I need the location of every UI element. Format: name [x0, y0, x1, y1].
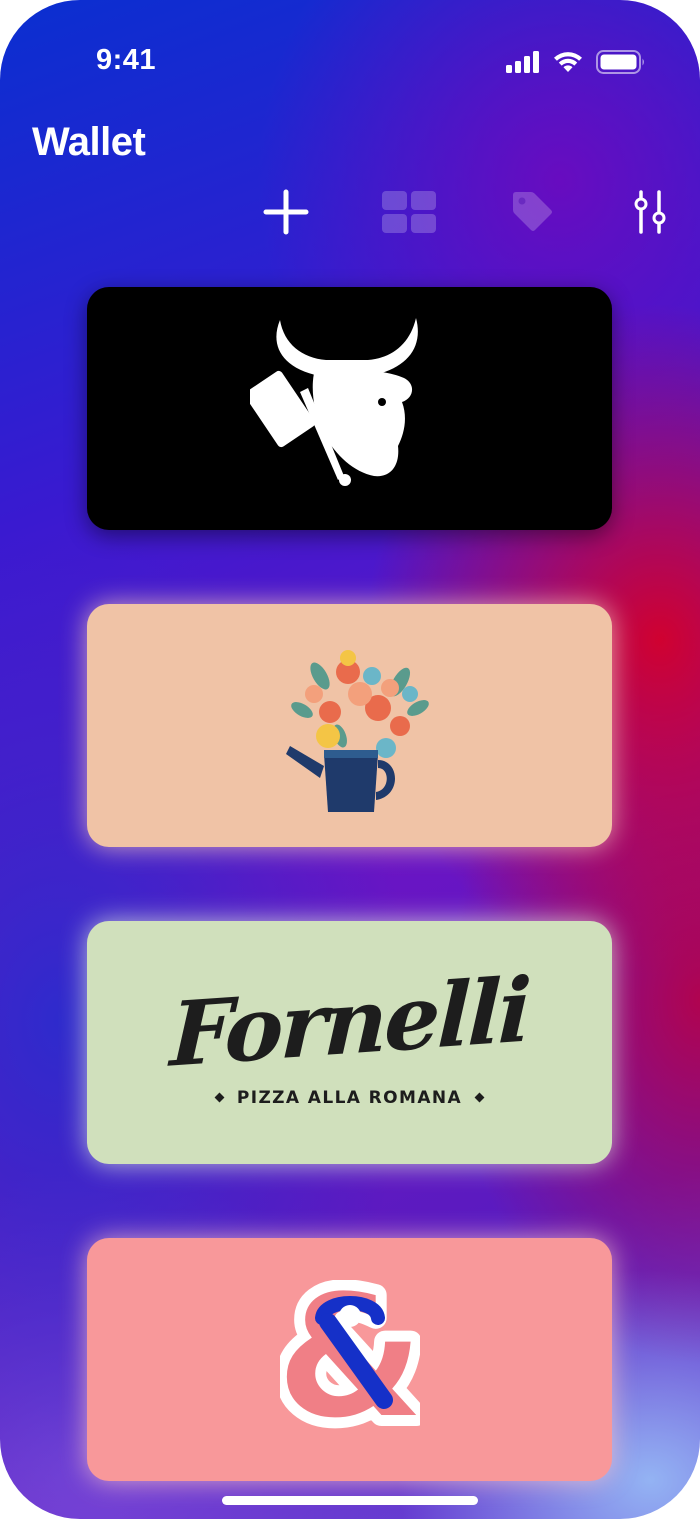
sliders-icon: [634, 190, 666, 234]
wallet-card-florist[interactable]: [87, 604, 612, 847]
battery-icon: [596, 50, 644, 74]
flower-watering-can-logo: [285, 649, 429, 812]
fornelli-tagline-row: PIZZA ALLA ROMANA: [170, 1088, 529, 1108]
fornelli-logo: Fornelli PIZZA ALLA ROMANA: [169, 957, 531, 1108]
fornelli-wordmark: Fornelli: [168, 956, 531, 1087]
filter-settings-button[interactable]: [618, 180, 682, 244]
bull-head-cleaver-logo: [249, 317, 418, 486]
status-bar: 9:41: [0, 0, 700, 110]
add-card-button[interactable]: [254, 180, 318, 244]
cellular-signal-icon: [506, 51, 539, 73]
plus-icon: [263, 189, 309, 235]
page-title: Wallet: [32, 120, 146, 164]
ampersand-logo: & &: [280, 1280, 420, 1440]
diamond-icon: [474, 1092, 485, 1103]
diamond-icon: [214, 1092, 225, 1103]
wifi-icon: [554, 52, 582, 72]
wallet-screen: 9:41 Wallet Fornelli PIZZA ALLA ROMANA &…: [0, 0, 700, 1519]
status-icons: [506, 50, 646, 74]
grid-icon: [382, 191, 436, 233]
wallet-card-fornelli[interactable]: Fornelli PIZZA ALLA ROMANA: [87, 921, 612, 1164]
tag-icon: [513, 192, 552, 231]
home-indicator[interactable]: [222, 1496, 478, 1505]
wallet-card-ampersand[interactable]: & &: [87, 1238, 612, 1481]
status-time: 9:41: [96, 44, 157, 76]
grid-view-button[interactable]: [377, 180, 441, 244]
tags-button[interactable]: [500, 180, 564, 244]
fornelli-tagline: PIZZA ALLA ROMANA: [236, 1087, 463, 1108]
wallet-card-steakhouse[interactable]: [87, 287, 612, 530]
